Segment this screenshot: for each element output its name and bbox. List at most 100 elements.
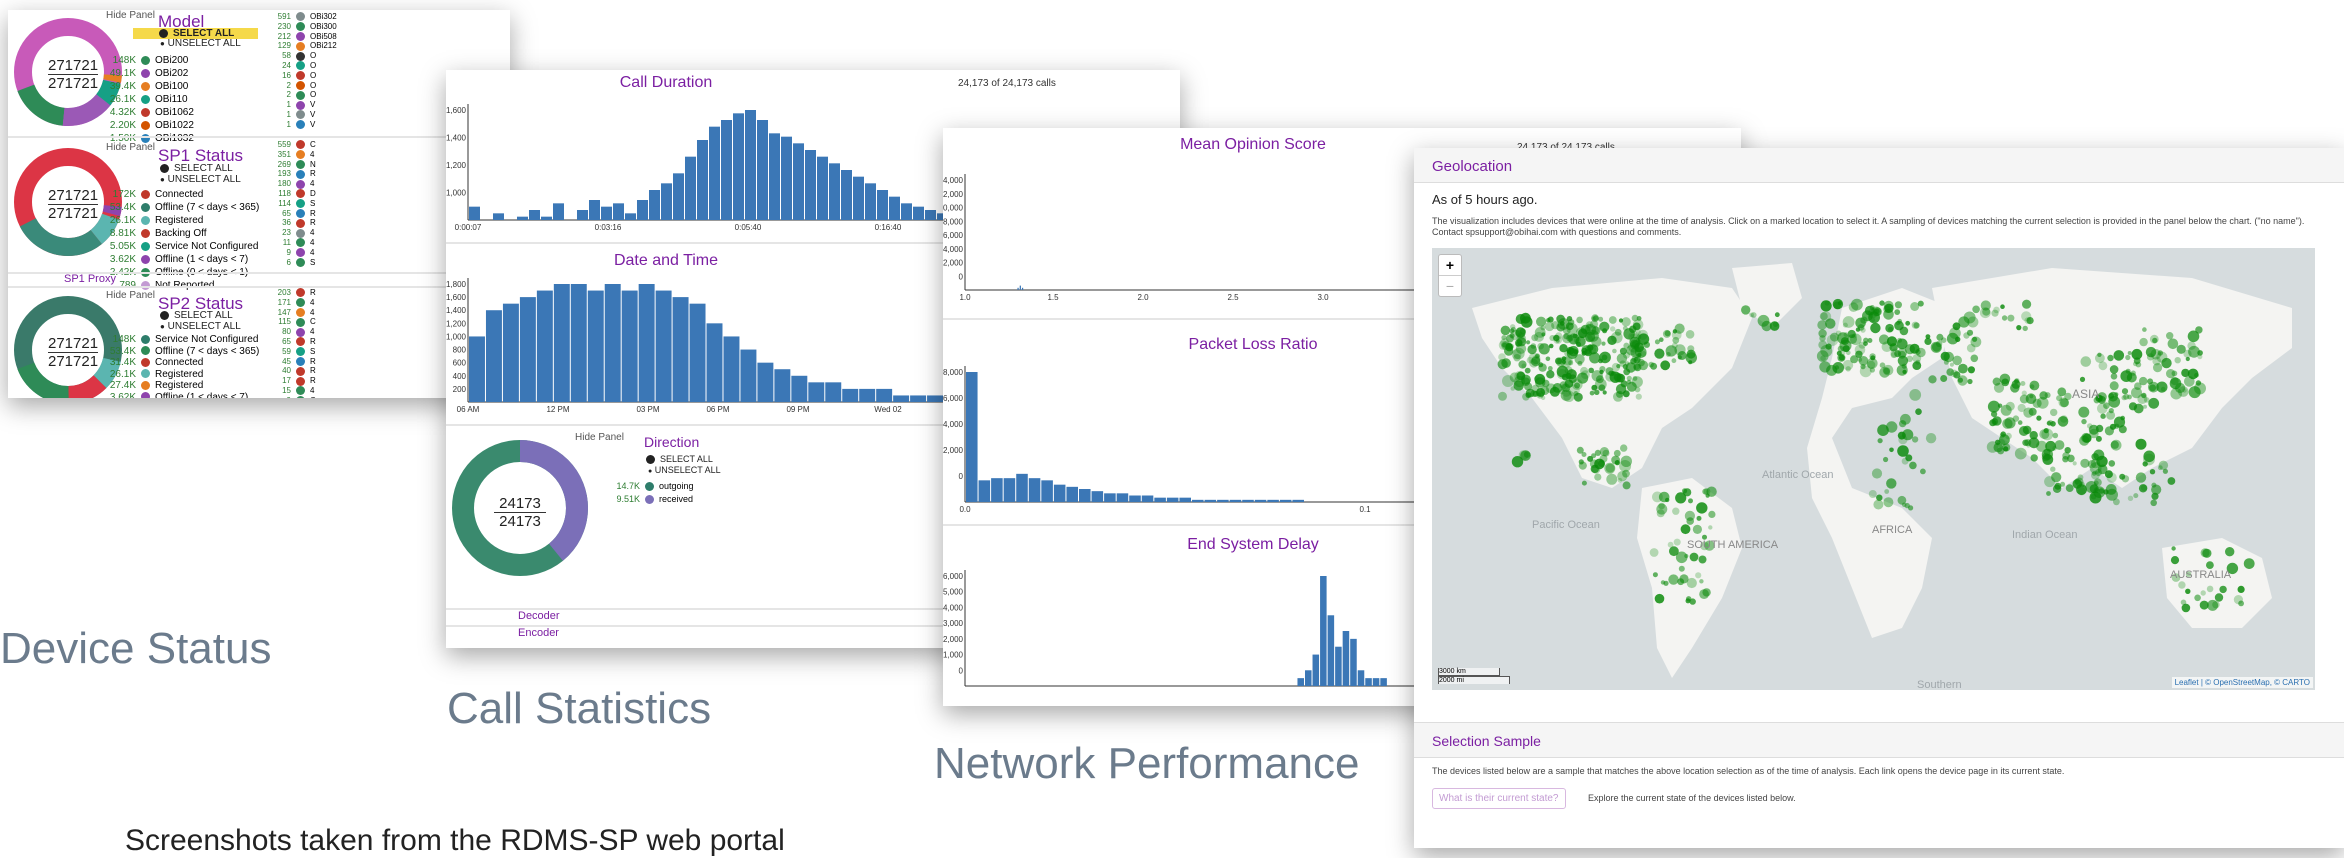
device-marker[interactable] [1689, 552, 1699, 562]
device-marker[interactable] [1818, 340, 1828, 350]
device-marker[interactable] [2121, 388, 2129, 395]
device-marker[interactable] [2243, 558, 2255, 569]
legend-item[interactable]: 147 4 [263, 308, 316, 318]
device-marker[interactable] [1896, 338, 1908, 350]
device-marker[interactable] [1545, 356, 1551, 362]
device-marker[interactable] [1578, 328, 1588, 339]
legend-item[interactable]: 27.4K Registered [108, 380, 259, 392]
legend-item[interactable]: 5.05K Service Not Configured [108, 240, 259, 253]
device-marker[interactable] [1574, 354, 1585, 365]
device-marker[interactable] [2036, 440, 2048, 452]
device-marker[interactable] [1874, 308, 1880, 314]
device-marker[interactable] [1991, 418, 1999, 425]
device-marker[interactable] [1528, 352, 1541, 365]
device-marker[interactable] [2212, 601, 2220, 609]
device-marker[interactable] [2018, 426, 2029, 436]
device-marker[interactable] [1666, 352, 1671, 357]
device-marker[interactable] [1589, 390, 1595, 396]
device-marker[interactable] [1897, 445, 1909, 457]
device-marker[interactable] [1999, 373, 2011, 385]
device-marker[interactable] [2135, 438, 2147, 450]
device-marker[interactable] [2050, 408, 2058, 417]
device-marker[interactable] [2143, 450, 2155, 463]
device-marker[interactable] [1594, 389, 1600, 395]
device-marker[interactable] [1757, 314, 1770, 327]
legend-item[interactable]: 11 4 [263, 238, 316, 248]
device-marker[interactable] [1818, 329, 1827, 338]
device-marker[interactable] [1920, 468, 1926, 475]
device-marker[interactable] [2029, 380, 2040, 391]
device-marker[interactable] [2105, 484, 2117, 495]
device-marker[interactable] [2200, 590, 2206, 596]
device-marker[interactable] [1599, 321, 1610, 332]
device-marker[interactable] [1863, 337, 1869, 343]
device-marker[interactable] [1991, 411, 1998, 418]
device-marker[interactable] [2109, 381, 2119, 391]
device-marker[interactable] [1966, 329, 1974, 336]
encoder-link[interactable]: Encoder [518, 627, 559, 639]
device-marker[interactable] [1957, 377, 1963, 383]
legend-item[interactable]: 31.4K Connected [108, 357, 259, 369]
device-marker[interactable] [1882, 364, 1894, 376]
device-marker[interactable] [1870, 322, 1881, 334]
legend-item[interactable]: 36 R [263, 218, 316, 228]
device-marker[interactable] [2113, 350, 2125, 361]
device-marker[interactable] [1618, 318, 1624, 323]
device-marker[interactable] [1622, 481, 1631, 490]
device-marker[interactable] [1688, 360, 1693, 365]
device-marker[interactable] [1628, 331, 1640, 343]
device-marker[interactable] [2046, 491, 2051, 496]
device-marker[interactable] [2106, 472, 2117, 483]
device-marker[interactable] [2095, 435, 2102, 442]
device-marker[interactable] [2178, 581, 2186, 589]
device-marker[interactable] [1896, 364, 1908, 376]
legend-item[interactable]: 59 S [263, 347, 316, 357]
device-marker[interactable] [1999, 434, 2010, 446]
device-marker[interactable] [1894, 301, 1902, 309]
device-marker[interactable] [1924, 337, 1932, 345]
device-marker[interactable] [1534, 327, 1546, 338]
device-marker[interactable] [1672, 507, 1680, 515]
device-marker[interactable] [1879, 300, 1885, 306]
device-marker[interactable] [1561, 387, 1571, 397]
device-marker[interactable] [1611, 455, 1620, 465]
device-marker[interactable] [2107, 354, 2114, 362]
device-marker[interactable] [2127, 351, 2132, 355]
device-marker[interactable] [2076, 484, 2087, 495]
device-marker[interactable] [2010, 383, 2020, 393]
device-marker[interactable] [2167, 477, 2176, 485]
device-marker[interactable] [1860, 327, 1866, 333]
device-marker[interactable] [2152, 337, 2158, 344]
device-marker[interactable] [1509, 372, 1520, 383]
device-marker[interactable] [2167, 338, 2179, 350]
device-marker[interactable] [1650, 362, 1658, 370]
map-attribution[interactable]: Leaflet | © OpenStreetMap, © CARTO [2171, 677, 2313, 688]
device-marker[interactable] [1894, 309, 1901, 315]
device-marker[interactable] [1906, 355, 1913, 362]
sp1-proxy-link[interactable]: SP1 Proxy [64, 273, 116, 285]
device-marker[interactable] [1993, 382, 2005, 393]
hide-panel-link[interactable]: Hide Panel [106, 290, 155, 301]
device-marker[interactable] [2219, 585, 2227, 594]
unselect-all-option[interactable]: ● UNSELECT ALL [648, 465, 721, 475]
unselect-all-option[interactable]: ● UNSELECT ALL [160, 321, 241, 332]
device-marker[interactable] [1684, 553, 1689, 559]
device-marker[interactable] [1606, 473, 1618, 485]
legend-item[interactable]: 1V [263, 120, 337, 130]
device-marker[interactable] [1909, 389, 1922, 401]
legend-item[interactable]: 129 OBi212 [263, 41, 337, 51]
device-marker[interactable] [1686, 577, 1697, 589]
device-marker[interactable] [1840, 337, 1849, 346]
device-marker[interactable] [2036, 396, 2049, 409]
device-marker[interactable] [2202, 548, 2212, 558]
device-marker[interactable] [2206, 585, 2214, 593]
device-marker[interactable] [2020, 381, 2026, 386]
device-marker[interactable] [2036, 415, 2042, 421]
decoder-link[interactable]: Decoder [518, 610, 560, 622]
device-marker[interactable] [1649, 548, 1659, 557]
device-marker[interactable] [1909, 461, 1917, 470]
device-marker[interactable] [1819, 361, 1831, 373]
legend-item[interactable]: 591 OBi302 [263, 12, 337, 22]
device-marker[interactable] [1581, 370, 1590, 379]
device-marker[interactable] [1610, 326, 1616, 332]
